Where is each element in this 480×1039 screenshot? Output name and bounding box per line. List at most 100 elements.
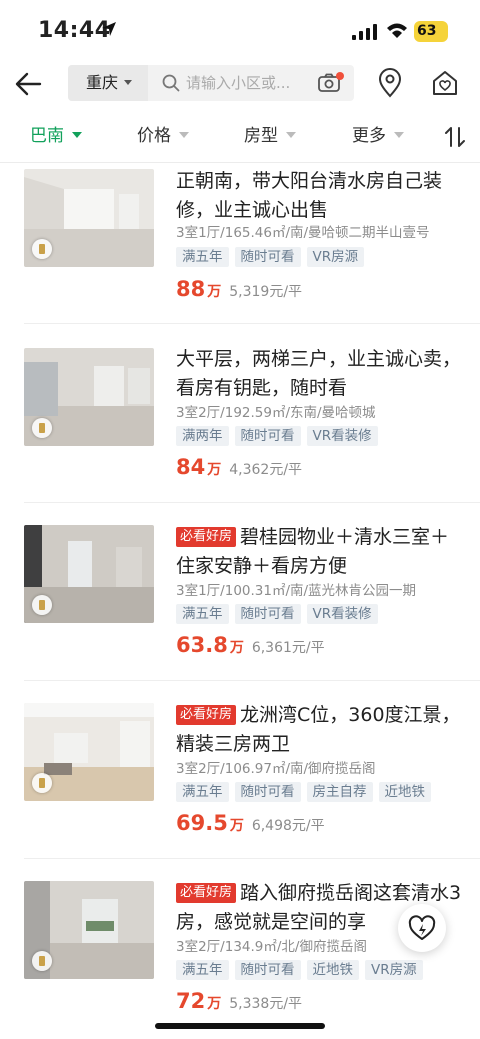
price-per-sqm: 6,361元/平 <box>251 640 325 656</box>
sort-icon[interactable] <box>444 126 466 148</box>
must-see-badge: 必看好房 <box>176 705 237 725</box>
listing-photo <box>24 169 154 267</box>
caret-down-icon <box>179 131 189 138</box>
listing-tag: 随时可看 <box>234 426 301 446</box>
vr-badge-icon <box>32 951 52 971</box>
listing-tag: 房主自荐 <box>306 782 373 802</box>
listing-tag: VR房源 <box>306 247 365 267</box>
caret-down-icon <box>72 131 82 138</box>
listing-meta: 3室2厅/134.9㎡/北/御府揽岳阁 <box>176 939 367 955</box>
vr-badge-icon <box>32 773 52 793</box>
price-value: 72 <box>176 989 206 1013</box>
price-unit: 万 <box>229 818 244 834</box>
filter-area-label: 巴南 <box>30 126 64 146</box>
price-value: 88 <box>176 277 206 301</box>
listing-tags: 满五年 随时可看 VR看装修 <box>176 603 384 625</box>
listing-meta: 3室1厅/100.31㎡/南/蓝光林肯公园一期 <box>176 583 417 599</box>
listing-tag: 满五年 <box>176 604 229 624</box>
price-unit: 万 <box>207 462 222 478</box>
listing-meta: 3室2厅/106.97㎡/南/御府揽岳阁 <box>176 761 376 777</box>
listing-photo <box>24 348 154 446</box>
filter-price[interactable]: 价格 <box>137 110 189 162</box>
listing-photo <box>24 881 154 979</box>
listing-title: 必看好房 龙洲湾C位，360度江景，精装三房两卫 <box>176 701 466 759</box>
listing-card[interactable]: 必看好房 龙洲湾C位，360度江景，精装三房两卫 3室2厅/106.97㎡/南/御… <box>0 681 480 859</box>
listing-tags: 满五年 随时可看 近地铁 VR房源 <box>176 959 429 981</box>
listing-tag: 随时可看 <box>234 782 301 802</box>
price-per-sqm: 5,319元/平 <box>229 284 303 300</box>
city-selector[interactable]: 重庆 <box>68 65 148 101</box>
price-value: 84 <box>176 455 206 479</box>
filter-more-label: 更多 <box>352 126 386 146</box>
listing-photo <box>24 703 154 801</box>
search-icon <box>162 74 180 92</box>
chevron-down-icon <box>124 80 132 85</box>
location-arrow-icon <box>102 22 116 36</box>
top-bar: 重庆 请输入小区或... <box>0 62 480 108</box>
price-unit: 万 <box>207 284 222 300</box>
back-arrow-icon[interactable] <box>12 66 46 102</box>
listing-meta: 3室2厅/192.59㎡/东南/曼哈顿城 <box>176 405 376 421</box>
price-unit: 万 <box>229 640 244 656</box>
price-per-sqm: 5,338元/平 <box>229 996 303 1012</box>
floating-favorite-button[interactable] <box>398 904 446 952</box>
filter-layout[interactable]: 房型 <box>244 110 296 162</box>
filter-bar: 巴南 价格 房型 更多 <box>0 110 480 163</box>
listing-title: 必看好房 碧桂园物业＋清水三室＋住家安静＋看房方便 <box>176 523 466 581</box>
listing-tag: 随时可看 <box>234 960 301 980</box>
wifi-icon <box>387 23 407 38</box>
filter-layout-label: 房型 <box>244 126 278 146</box>
listing-tag: 满两年 <box>176 426 229 446</box>
listing-tag: 近地铁 <box>306 960 359 980</box>
city-label: 重庆 <box>86 73 119 92</box>
listing-title-text: 正朝南，带大阳台清水房自己装修，业主诚心出售 <box>176 170 443 221</box>
battery-indicator: 63 <box>414 21 448 42</box>
filter-area[interactable]: 巴南 <box>30 110 82 162</box>
listing-tag: 满五年 <box>176 247 229 267</box>
search-bar[interactable]: 重庆 请输入小区或... <box>68 65 354 101</box>
filter-more[interactable]: 更多 <box>352 110 404 162</box>
listing-tag: 近地铁 <box>378 782 431 802</box>
filter-price-label: 价格 <box>137 126 171 146</box>
home-indicator <box>155 1023 325 1029</box>
listing-card[interactable]: 必看好房 碧桂园物业＋清水三室＋住家安静＋看房方便 3室1厅/100.31㎡/南/… <box>0 503 480 681</box>
listing-price: 88 万 5,319元/平 <box>176 277 302 301</box>
listing-tags: 满五年 随时可看 VR房源 <box>176 246 370 268</box>
listing-tags: 满五年 随时可看 房主自荐 近地铁 <box>176 781 437 803</box>
listing-card[interactable]: 正朝南，带大阳台清水房自己装修，业主诚心出售 3室1厅/165.46㎡/南/曼哈… <box>0 163 480 341</box>
listing-photo <box>24 525 154 623</box>
favorite-house-icon[interactable] <box>430 68 460 98</box>
listing-tag: 满五年 <box>176 960 229 980</box>
caret-down-icon <box>286 131 296 138</box>
listing-tag: VR看装修 <box>306 426 378 446</box>
price-unit: 万 <box>207 996 222 1012</box>
listing-price: 69.5 万 6,498元/平 <box>176 811 325 835</box>
signal-icon <box>352 24 377 40</box>
listing-card[interactable]: 大平层，两梯三户，业主诚心卖，看房有钥匙，随时看 3室2厅/192.59㎡/东南… <box>0 325 480 503</box>
listing-price: 63.8 万 6,361元/平 <box>176 633 325 657</box>
listing-tag: VR看装修 <box>306 604 378 624</box>
listing-meta: 3室1厅/165.46㎡/南/曼哈顿二期半山壹号 <box>176 225 430 241</box>
vr-badge-icon <box>32 418 52 438</box>
listing-price: 84 万 4,362元/平 <box>176 455 302 479</box>
listing-tags: 满两年 随时可看 VR看装修 <box>176 425 384 447</box>
caret-down-icon <box>394 131 404 138</box>
price-value: 69.5 <box>176 811 228 835</box>
listing-tag: VR房源 <box>365 960 423 980</box>
must-see-badge: 必看好房 <box>176 883 237 903</box>
price-per-sqm: 6,498元/平 <box>251 818 325 834</box>
camera-notification-dot <box>336 72 344 80</box>
listing-tag: 随时可看 <box>234 604 301 624</box>
listing-title-text: 大平层，两梯三户，业主诚心卖，看房有钥匙，随时看 <box>176 348 462 399</box>
vr-badge-icon <box>32 239 52 259</box>
listing-price: 72 万 5,338元/平 <box>176 989 302 1013</box>
divider <box>24 323 480 324</box>
map-pin-icon[interactable] <box>376 68 404 98</box>
listing-tag: 随时可看 <box>234 247 301 267</box>
price-value: 63.8 <box>176 633 228 657</box>
listing-title: 大平层，两梯三户，业主诚心卖，看房有钥匙，随时看 <box>176 345 466 403</box>
status-bar: 14:44 63 <box>0 0 480 62</box>
heart-bolt-icon <box>408 915 436 940</box>
search-input[interactable]: 请输入小区或... <box>186 65 290 101</box>
vr-badge-icon <box>32 595 52 615</box>
